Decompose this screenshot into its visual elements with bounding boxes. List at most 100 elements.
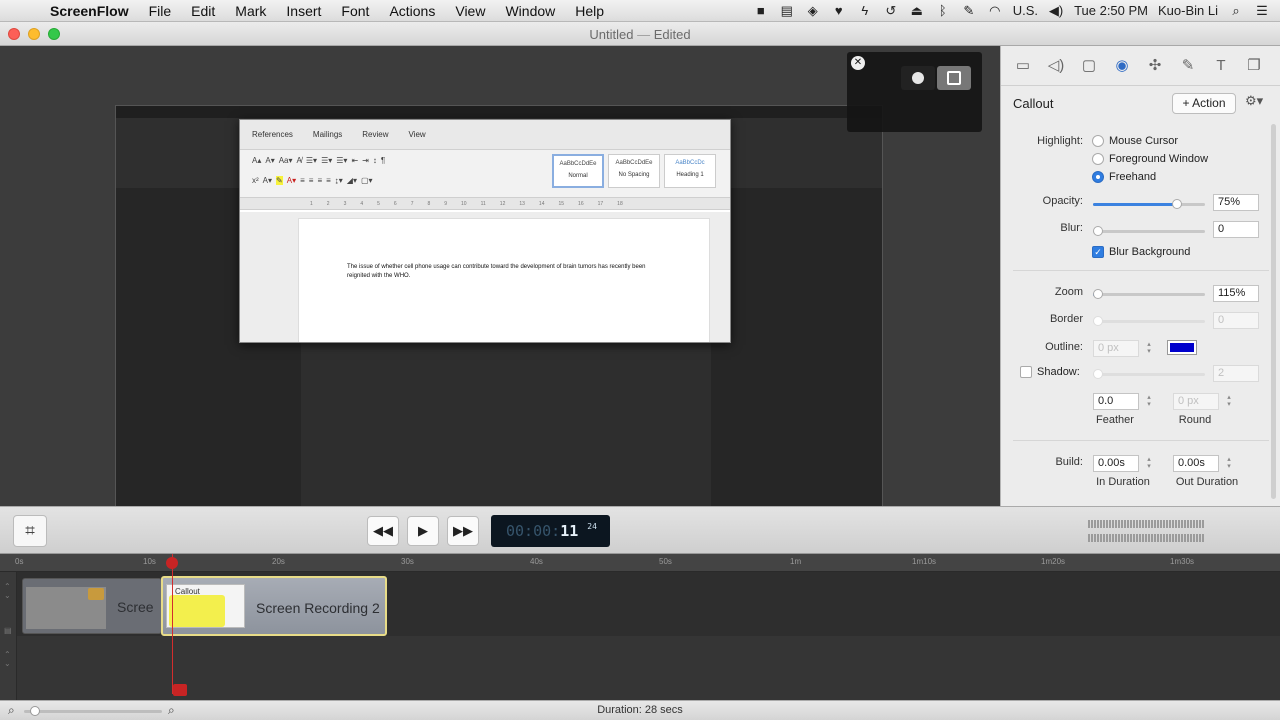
feather-stepper[interactable]: ▴ ▾ — [1145, 394, 1153, 408]
time-machine-icon[interactable]: ↺ — [883, 3, 899, 19]
annotations-icon[interactable]: ✎ — [1178, 56, 1198, 76]
highlight-foreground-window-radio[interactable]: Foreground Window — [1092, 153, 1208, 165]
playhead-bottom-handle[interactable] — [173, 684, 187, 696]
menu-window[interactable]: Window — [495, 3, 565, 19]
recorded-menubar — [116, 106, 882, 118]
menu-edit[interactable]: Edit — [181, 3, 225, 19]
zoom-slider-knob[interactable] — [1093, 289, 1103, 299]
menu-file[interactable]: File — [139, 3, 182, 19]
audio-properties-icon[interactable]: ◁) — [1046, 56, 1066, 76]
preview-canvas[interactable]: References Mailings Review View A▴ A▾ Aa… — [115, 105, 883, 537]
ruler-mark: 1 — [310, 200, 313, 207]
recorder-icon[interactable]: ◈ — [805, 3, 821, 19]
input-source-menu[interactable]: U.S. — [1013, 3, 1038, 18]
heart-icon[interactable]: ♥ — [831, 3, 847, 18]
round-field[interactable]: 0 px — [1173, 393, 1219, 410]
camera-icon[interactable]: ■ — [753, 3, 769, 18]
callout-action-clip[interactable]: Callout — [166, 584, 245, 628]
timeline-clip-1[interactable]: Scree — [22, 578, 162, 634]
outline-width-field[interactable]: 0 px — [1093, 340, 1139, 357]
opacity-slider-knob[interactable] — [1172, 199, 1182, 209]
feather-field[interactable]: 0.0 — [1093, 393, 1139, 410]
video-properties-icon[interactable]: ▭ — [1013, 56, 1033, 76]
tick-label: 1m — [790, 557, 802, 566]
bluetooth-icon[interactable]: ᛒ — [935, 3, 951, 18]
notification-center-icon[interactable]: ☰ — [1254, 3, 1270, 19]
build-out-stepper[interactable]: ▴ ▾ — [1225, 456, 1233, 470]
timeline-clip-2-selected[interactable]: Callout Screen Recording 2 — [161, 576, 387, 636]
inspector-scrollbar[interactable] — [1271, 124, 1276, 499]
wifi-icon[interactable]: ◠ — [987, 3, 1003, 19]
user-menu[interactable]: Kuo-Bin Li — [1158, 3, 1218, 18]
border-slider-knob[interactable] — [1093, 316, 1103, 326]
screen-recording-icon[interactable]: ▢ — [1079, 56, 1099, 76]
outline-color-well[interactable] — [1167, 340, 1197, 355]
menu-app[interactable]: ScreenFlow — [40, 3, 139, 19]
build-in-stepper[interactable]: ▴ ▾ — [1145, 456, 1153, 470]
menu-font[interactable]: Font — [331, 3, 379, 19]
track-resize-icon[interactable]: ⌃ ⌄ — [4, 582, 11, 600]
blur-background-checkbox[interactable]: ✓ Blur Background — [1092, 246, 1190, 258]
spotlight-search-icon[interactable]: ⌕ — [1228, 3, 1244, 19]
audio-level-meter-left — [1088, 520, 1205, 528]
close-hud-icon[interactable]: ✕ — [851, 56, 865, 70]
zoom-field[interactable]: 115% — [1213, 285, 1259, 302]
blur-slider-knob[interactable] — [1093, 226, 1103, 236]
add-action-button[interactable]: + Action — [1172, 93, 1236, 114]
menu-mark[interactable]: Mark — [225, 3, 276, 19]
zoomed-word-window[interactable]: References Mailings Review View A▴ A▾ Aa… — [239, 119, 731, 343]
build-out-duration-field[interactable]: 0.00s — [1173, 455, 1219, 472]
text-properties-icon[interactable]: T — [1211, 56, 1231, 76]
rectangle-mode-button[interactable] — [937, 66, 971, 90]
opacity-field[interactable]: 75% — [1213, 194, 1259, 211]
volume-icon[interactable]: ◀) — [1048, 3, 1064, 19]
timecode-display: 00:00:11 24 — [491, 515, 610, 547]
border-slider[interactable] — [1093, 316, 1205, 326]
callout-properties-icon[interactable]: ◉ — [1112, 56, 1132, 76]
shadow-slider[interactable] — [1093, 369, 1205, 379]
blur-field[interactable]: 0 — [1213, 221, 1259, 238]
rewind-button[interactable]: ◀◀ — [367, 516, 399, 546]
window-title[interactable]: Untitled — Edited — [0, 27, 1280, 42]
round-stepper[interactable]: ▴ ▾ — [1225, 394, 1233, 408]
outline-width-stepper[interactable]: ▴ ▾ — [1145, 341, 1153, 355]
menu-view[interactable]: View — [445, 3, 495, 19]
screen-sharing-icon[interactable]: ▤ — [779, 3, 795, 19]
fast-forward-button[interactable]: ▶▶ — [447, 516, 479, 546]
menu-help[interactable]: Help — [565, 3, 614, 19]
build-in-duration-field[interactable]: 0.00s — [1093, 455, 1139, 472]
blur-slider[interactable] — [1093, 226, 1205, 236]
power-icon[interactable]: ϟ — [857, 3, 873, 18]
shadow-slider-knob[interactable] — [1093, 369, 1103, 379]
highlight-freehand-radio[interactable]: Freehand — [1092, 171, 1156, 183]
menu-actions[interactable]: Actions — [379, 3, 445, 19]
shadow-checkbox[interactable]: Shadow: — [1020, 366, 1080, 378]
eject-icon[interactable]: ⏏ — [909, 3, 925, 19]
play-button[interactable]: ▶ — [407, 516, 439, 546]
timeline[interactable]: 0s 10s 20s 30s 40s 50s 1m 1m10s 1m20s 1m… — [0, 554, 1280, 700]
clip-badge-icon — [88, 588, 104, 600]
zoom-slider[interactable] — [1093, 289, 1205, 299]
pen-icon[interactable]: ✎ — [961, 3, 977, 19]
opacity-slider[interactable] — [1093, 199, 1205, 209]
shadow-field[interactable]: 2 — [1213, 365, 1259, 382]
track-lock-icon[interactable]: ▤ — [4, 626, 12, 635]
touch-callout-icon[interactable]: ✣ — [1145, 56, 1165, 76]
gear-icon[interactable]: ⚙▾ — [1245, 93, 1263, 109]
menu-insert[interactable]: Insert — [276, 3, 331, 19]
border-field[interactable]: 0 — [1213, 312, 1259, 329]
ruler-mark: 12 — [499, 200, 506, 207]
timeline-ruler[interactable]: 0s 10s 20s 30s 40s 50s 1m 1m10s 1m20s 1m… — [0, 554, 1280, 572]
duration-label: Duration: 28 secs — [597, 704, 683, 716]
circle-mode-button[interactable] — [901, 66, 935, 90]
clock[interactable]: Tue 2:50 PM — [1074, 3, 1148, 18]
status-menus: ■ ▤ ◈ ♥ ϟ ↺ ⏏ ᛒ ✎ ◠ U.S. ◀) Tue 2:50 PM … — [753, 3, 1280, 19]
playhead-handle[interactable] — [166, 557, 178, 569]
highlight-mouse-cursor-radio[interactable]: Mouse Cursor — [1092, 135, 1178, 147]
track-resize-icon[interactable]: ⌃ ⌄ — [4, 650, 11, 668]
indent-icon: ⇥ — [362, 156, 369, 165]
crop-icon[interactable]: ⌗ — [13, 515, 47, 547]
media-library-icon[interactable]: ❐ — [1244, 56, 1264, 76]
playhead-line[interactable] — [172, 554, 173, 694]
opacity-label: Opacity: — [1042, 195, 1083, 207]
